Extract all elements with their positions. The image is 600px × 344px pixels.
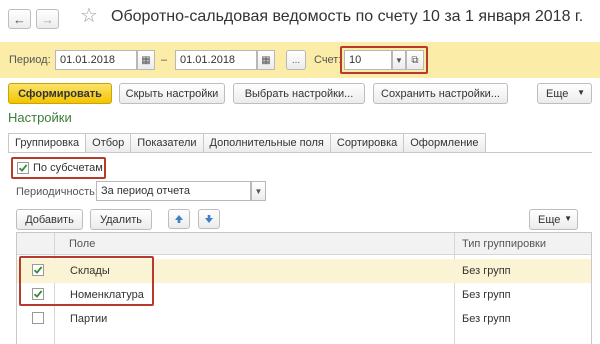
period-select-button[interactable]: ... xyxy=(286,50,306,70)
favorite-star-icon[interactable]: ☆ xyxy=(80,6,98,26)
table-row[interactable]: Партии Без групп xyxy=(17,307,591,331)
row-checkbox[interactable] xyxy=(32,312,44,324)
tab-grouping[interactable]: Группировка xyxy=(8,133,87,153)
back-button[interactable]: ← xyxy=(8,9,31,29)
row-grouping-type: Без групп xyxy=(462,265,511,277)
move-down-button[interactable] xyxy=(198,209,220,229)
subaccounts-highlight-frame xyxy=(11,157,106,179)
rows-highlight-frame xyxy=(19,256,154,306)
more-commands-button[interactable]: Еще ▼ xyxy=(537,83,592,104)
tab-additional-fields[interactable]: Дополнительные поля xyxy=(203,133,331,153)
period-dash: – xyxy=(161,54,168,66)
delete-button[interactable]: Удалить xyxy=(90,209,152,230)
arrow-down-icon xyxy=(205,215,213,223)
chevron-down-icon: ▼ xyxy=(254,186,263,196)
hide-settings-button[interactable]: Скрыть настройки xyxy=(119,83,225,104)
choose-settings-button[interactable]: Выбрать настройки... xyxy=(233,83,365,104)
chevron-down-icon: ▼ xyxy=(577,88,585,97)
period-from-input[interactable]: 01.01.2018 xyxy=(55,50,137,70)
table-more-button[interactable]: Еще ▼ xyxy=(529,209,578,230)
arrow-right-icon: → xyxy=(41,11,54,27)
generate-button[interactable]: Сформировать xyxy=(8,83,112,104)
chevron-down-icon: ▼ xyxy=(564,214,572,223)
row-grouping-type: Без групп xyxy=(462,313,511,325)
arrow-up-icon xyxy=(175,215,183,223)
settings-tabs: Группировка Отбор Показатели Дополнитель… xyxy=(8,133,486,153)
periodicity-dropdown-button[interactable]: ▼ xyxy=(251,181,266,201)
more-label: Еще xyxy=(538,213,561,226)
period-label: Период: xyxy=(9,54,51,66)
column-field: Поле xyxy=(69,238,96,250)
settings-title: Настройки xyxy=(8,110,72,125)
column-grouping-type: Тип группировки xyxy=(462,238,546,250)
move-up-button[interactable] xyxy=(168,209,190,229)
period-panel: Период: 01.01.2018 ▦ – 01.01.2018 ▦ ... … xyxy=(0,42,600,78)
tab-divider xyxy=(8,152,592,153)
tab-formatting[interactable]: Оформление xyxy=(404,133,486,153)
account-label: Счет: xyxy=(314,54,342,66)
periodicity-label: Периодичность: xyxy=(16,186,98,198)
table-header: Поле Тип группировки xyxy=(17,233,591,255)
calendar-from-button[interactable]: ▦ xyxy=(137,50,155,70)
calendar-to-button[interactable]: ▦ xyxy=(257,50,275,70)
row-field: Партии xyxy=(70,313,108,325)
row-grouping-type: Без групп xyxy=(462,289,511,301)
tab-filter[interactable]: Отбор xyxy=(86,133,132,153)
add-button[interactable]: Добавить xyxy=(16,209,83,230)
arrow-left-icon: ← xyxy=(13,11,26,27)
account-highlight-frame xyxy=(340,46,428,74)
periodicity-select[interactable]: За период отчета xyxy=(96,181,251,201)
more-label: Еще xyxy=(546,87,569,100)
save-settings-button[interactable]: Сохранить настройки... xyxy=(373,83,508,104)
tab-indicators[interactable]: Показатели xyxy=(131,133,204,153)
calendar-icon: ▦ xyxy=(141,54,151,66)
calendar-icon: ▦ xyxy=(261,54,271,66)
forward-button[interactable]: → xyxy=(36,9,59,29)
period-to-input[interactable]: 01.01.2018 xyxy=(175,50,257,70)
window-title: Оборотно-сальдовая ведомость по счету 10… xyxy=(111,8,584,25)
tab-sorting[interactable]: Сортировка xyxy=(330,133,405,153)
